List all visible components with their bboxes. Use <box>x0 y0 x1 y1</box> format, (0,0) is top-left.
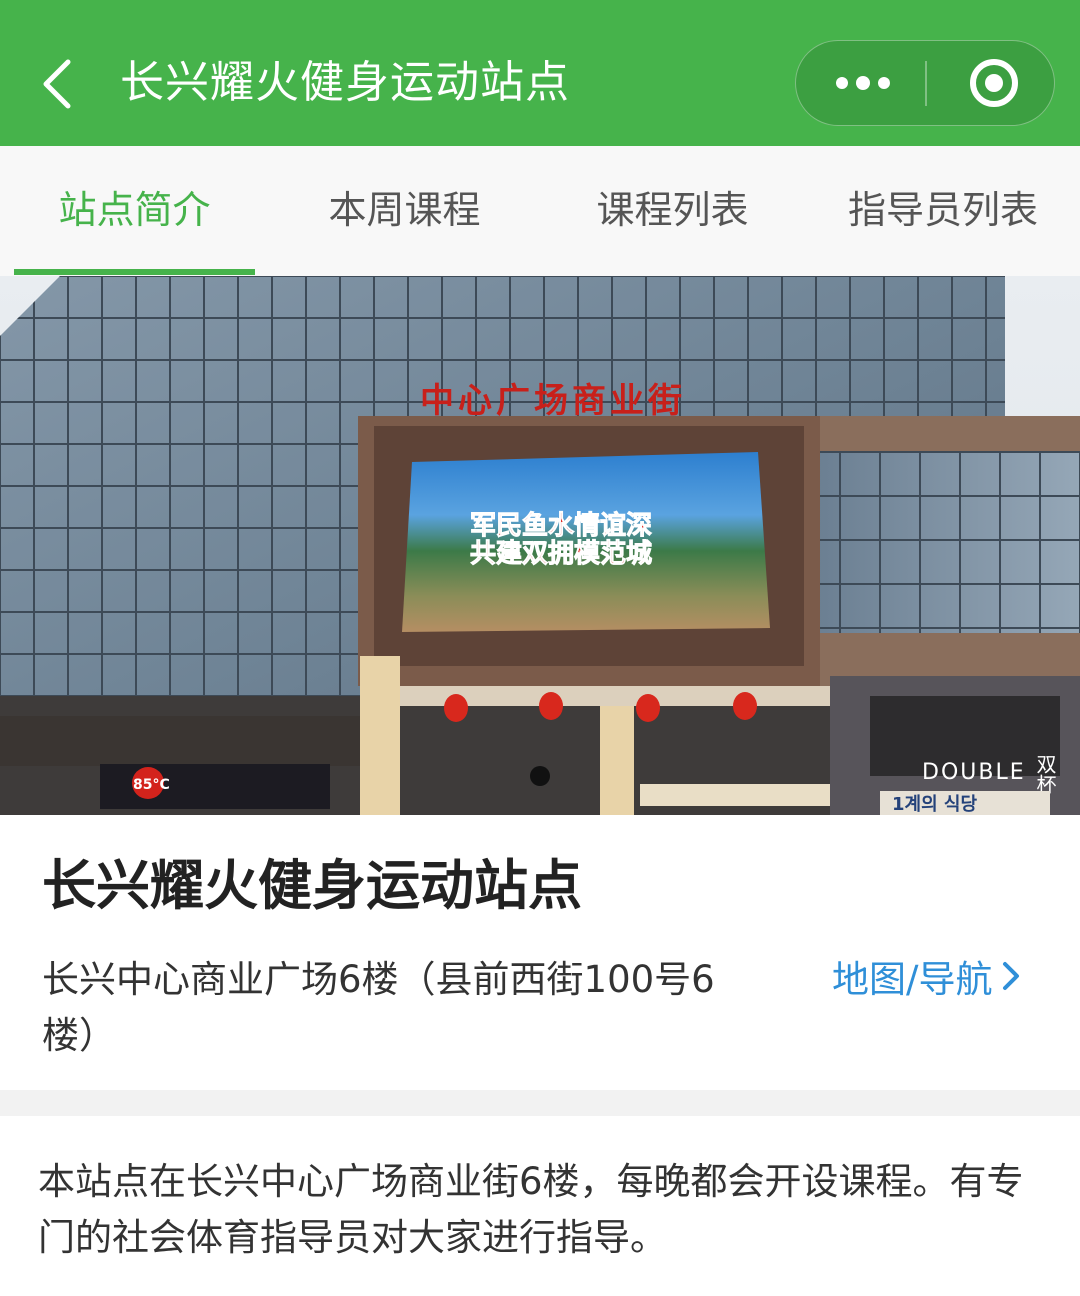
map-navigation-link[interactable]: 地图/导航 <box>832 952 1022 1010</box>
shop-sign-85c: 85°C <box>133 777 170 793</box>
chevron-right-icon <box>1000 954 1022 1010</box>
tab-weekly-courses[interactable]: 本周课程 <box>284 146 525 276</box>
more-dots-icon <box>878 77 890 89</box>
tab-instructor-list[interactable]: 指导员列表 <box>820 146 1066 276</box>
station-description: 本站点在长兴中心广场商业街6楼，每晚都会开设课程。有专门的社会体育指导员对大家进… <box>38 1160 1024 1259</box>
korean-sign: 1계의 식당 <box>892 794 977 815</box>
top-bar: 长兴耀火健身运动站点 <box>0 0 1080 146</box>
screen-text-line2: 共建双拥模范城 <box>470 539 652 569</box>
target-dot <box>985 74 1003 92</box>
chevron-left-icon <box>43 59 71 109</box>
shop-sign-double-cn: 双杯 <box>1033 754 1057 794</box>
section-divider <box>0 1090 1080 1116</box>
screen-text-line1: 军民鱼水情谊深 <box>470 510 652 541</box>
more-button[interactable] <box>796 41 925 124</box>
station-photo[interactable]: 中心广场商业街 军民鱼水情谊深 共建双拥模范城 85°C DOUBLE 双杯 1… <box>0 276 1080 815</box>
active-tab-indicator <box>14 269 255 275</box>
tab-station-intro[interactable]: 站点简介 <box>14 146 255 276</box>
map-navigation-label: 地图/导航 <box>832 958 993 1001</box>
mini-program-capsule <box>795 40 1055 126</box>
more-dots-icon <box>856 76 870 90</box>
station-address: 长兴中心商业广场6楼（县前西街100号6楼） <box>42 958 715 1057</box>
carousel-indicator-dot[interactable] <box>530 766 550 786</box>
station-name: 长兴耀火健身运动站点 <box>42 854 582 917</box>
close-button[interactable] <box>927 41 1054 124</box>
more-dots-icon <box>836 77 848 89</box>
building-sign-text: 中心广场商业街 <box>420 381 686 421</box>
tab-course-list[interactable]: 课程列表 <box>552 146 793 276</box>
back-button[interactable] <box>30 44 90 124</box>
page-title: 长兴耀火健身运动站点 <box>120 57 570 108</box>
tab-bar: 站点简介 本周课程 课程列表 指导员列表 <box>0 146 1080 276</box>
shop-sign-double: DOUBLE <box>922 760 1026 785</box>
